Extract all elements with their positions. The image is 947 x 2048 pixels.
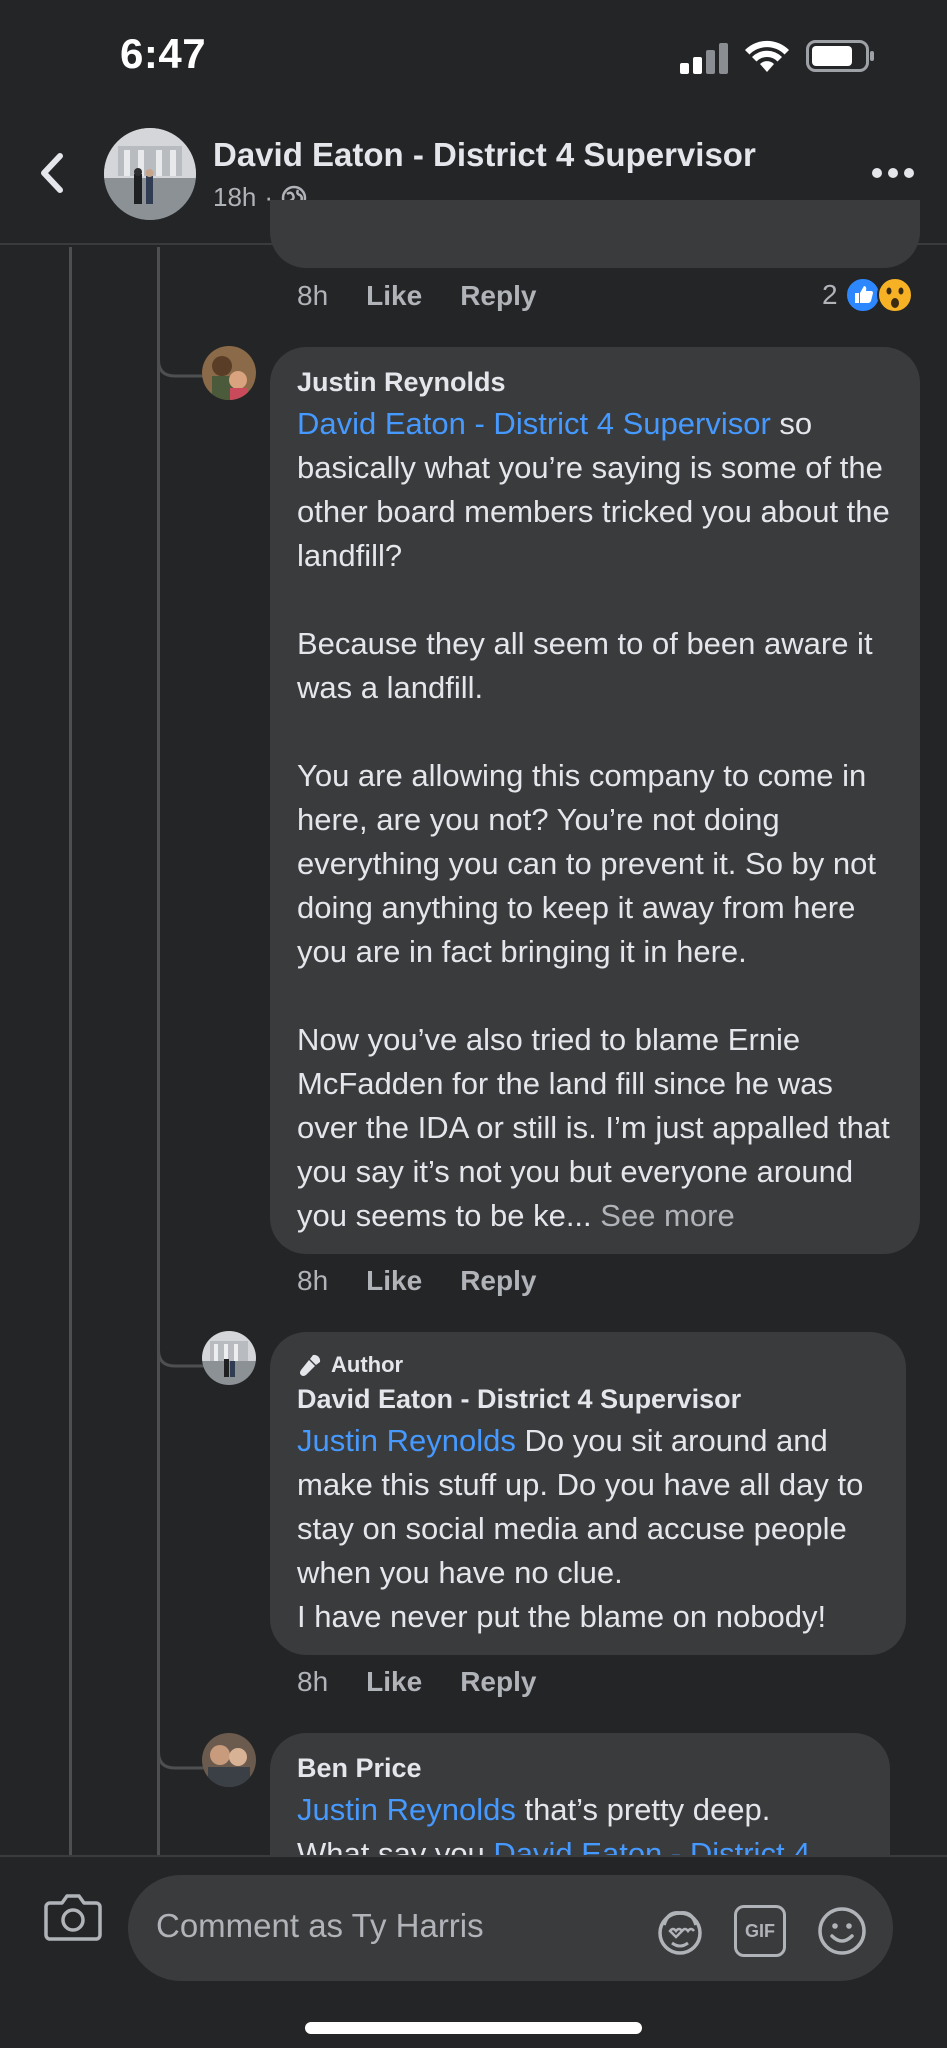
- avatar[interactable]: [202, 1331, 256, 1385]
- comment-bubble: Author David Eaton - District 4 Supervis…: [270, 1332, 906, 1655]
- comment-composer: Comment as Ty Harris GIF: [0, 1855, 947, 2048]
- mention-link[interactable]: David Eaton - District 4 Supervisor: [297, 406, 771, 441]
- comment-bubble: Justin Reynolds David Eaton - District 4…: [270, 347, 920, 1254]
- comment-body: Justin Reynolds Do you sit around and ma…: [297, 1423, 864, 1634]
- gif-label: GIF: [745, 1920, 775, 1941]
- comment-placeholder: Comment as Ty Harris: [156, 1907, 484, 1944]
- wow-reaction-icon: [876, 277, 913, 313]
- comment-paragraph: You are allowing this company to come in…: [297, 758, 877, 969]
- thread-line-outer: [69, 247, 72, 1855]
- comment-actions: 8h Like Reply: [297, 280, 574, 312]
- comment-time: 8h: [297, 1265, 329, 1296]
- profile-avatar[interactable]: [104, 128, 196, 220]
- avatar[interactable]: [202, 346, 256, 400]
- comment-body: David Eaton - District 4 Supervisor so b…: [297, 402, 896, 1238]
- back-arrow-icon[interactable]: [32, 148, 76, 198]
- comment-author[interactable]: David Eaton - District 4 Supervisor: [297, 1384, 882, 1415]
- mention-link[interactable]: Justin Reynolds: [297, 1423, 516, 1458]
- comment-paragraph: basically what you’re saying is some of …: [297, 450, 890, 573]
- reaction-count: 2: [822, 279, 838, 310]
- camera-icon[interactable]: [44, 1891, 102, 1941]
- reaction-summary[interactable]: 2: [822, 276, 914, 314]
- reply-button[interactable]: Reply: [460, 1666, 536, 1698]
- like-button[interactable]: Like: [366, 1265, 422, 1297]
- thread-line-inner: [157, 247, 160, 1855]
- thread-branch: [157, 1300, 205, 1368]
- like-button[interactable]: Like: [366, 280, 422, 312]
- comment-input[interactable]: Comment as Ty Harris GIF: [128, 1875, 893, 1981]
- comment-time: 8h: [297, 1666, 329, 1697]
- comment-author[interactable]: Ben Price: [297, 1753, 870, 1784]
- home-indicator[interactable]: [305, 2022, 642, 2034]
- gif-icon[interactable]: GIF: [734, 1905, 786, 1957]
- post-time: 18h: [213, 182, 257, 212]
- see-more-link[interactable]: See more: [600, 1198, 734, 1233]
- battery-icon: [806, 40, 874, 72]
- thread-branch: [157, 1700, 205, 1770]
- status-bar: 6:47: [0, 0, 947, 110]
- cellular-signal-icon: [680, 42, 730, 74]
- mention-link[interactable]: Justin Reynolds: [297, 1792, 516, 1827]
- wifi-icon: [745, 40, 789, 72]
- author-badge-label: Author: [331, 1352, 404, 1377]
- more-options-icon[interactable]: [868, 160, 918, 184]
- reply-button[interactable]: Reply: [460, 280, 536, 312]
- avatar[interactable]: [202, 1733, 256, 1787]
- comment-time: 8h: [297, 280, 329, 311]
- comment-actions: 8h Like Reply: [297, 1265, 574, 1297]
- comment-bubble-partial: [270, 200, 920, 268]
- status-time: 6:47: [120, 30, 207, 77]
- thread-branch: [157, 300, 205, 378]
- page-title[interactable]: David Eaton - District 4 Supervisor: [213, 136, 756, 174]
- microphone-icon: [300, 1354, 321, 1376]
- emoji-icon[interactable]: [816, 1905, 868, 1957]
- reply-button[interactable]: Reply: [460, 1265, 536, 1297]
- comment-paragraph: Now you’ve also tried to blame Ernie McF…: [297, 1022, 890, 1233]
- comment-author[interactable]: Justin Reynolds: [297, 367, 896, 398]
- comment-actions: 8h Like Reply: [297, 1666, 574, 1698]
- author-badge: Author: [297, 1352, 882, 1378]
- comment-paragraph: Because they all seem to of been aware i…: [297, 626, 873, 705]
- like-button[interactable]: Like: [366, 1666, 422, 1698]
- avatar-sticker-icon[interactable]: [654, 1905, 706, 1957]
